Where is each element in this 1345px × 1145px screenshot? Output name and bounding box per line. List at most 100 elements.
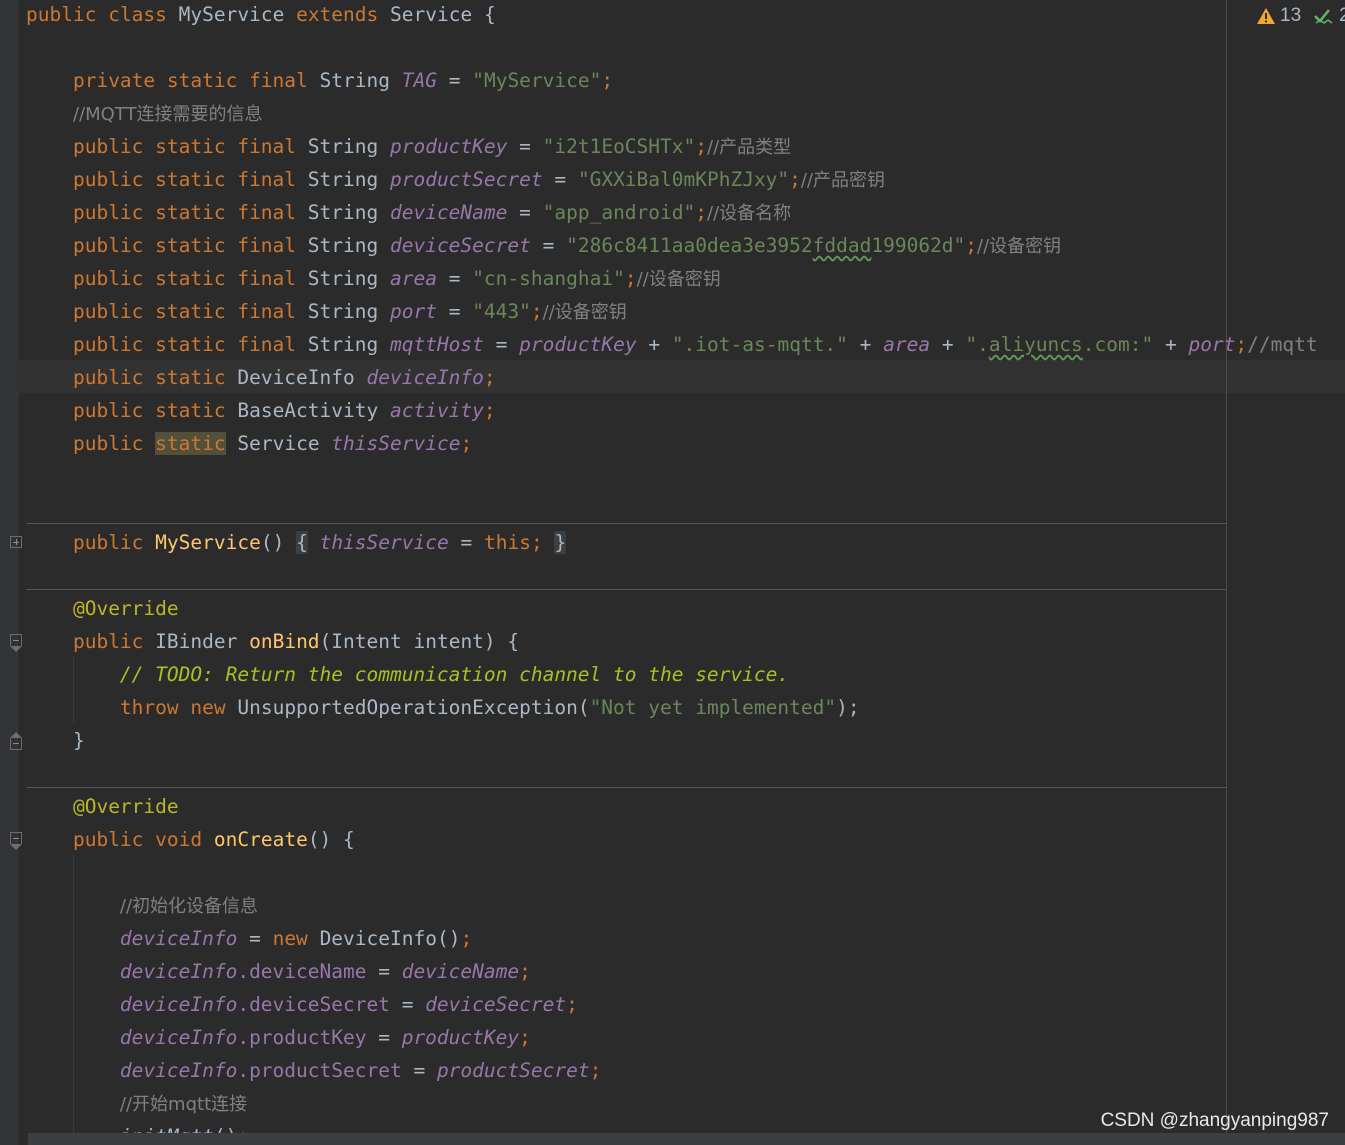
comment: //mqtt bbox=[1247, 333, 1318, 356]
code-line-this-service: public static Service thisService; bbox=[72, 432, 473, 455]
type: String bbox=[307, 168, 379, 191]
code-line-todo: // TODO: Return the communication channe… bbox=[26, 660, 789, 693]
modifiers: public static final bbox=[72, 234, 297, 257]
code-line-assign: deviceInfo.deviceName = deviceName; bbox=[119, 960, 531, 983]
code-line-field: public static final String productKey = … bbox=[72, 135, 792, 158]
comment: //设备名称 bbox=[707, 203, 792, 224]
keyword: void bbox=[155, 828, 203, 851]
modifiers: public static bbox=[72, 399, 226, 422]
code-line-field: public static final String productSecret… bbox=[72, 168, 886, 191]
string-literal: "Not yet implemented" bbox=[589, 696, 837, 719]
comment: //产品密钥 bbox=[800, 170, 886, 191]
comment: //设备密钥 bbox=[977, 236, 1062, 257]
field-name: TAG bbox=[401, 69, 437, 92]
comment: //产品类型 bbox=[707, 137, 792, 158]
parens: () bbox=[260, 531, 285, 554]
field-ref: deviceInfo bbox=[119, 927, 238, 950]
operator: = bbox=[448, 69, 461, 92]
field-name: port bbox=[389, 300, 437, 323]
field-name: deviceInfo bbox=[366, 366, 484, 389]
semicolon: ; bbox=[460, 927, 473, 950]
string-literal: "286c8411aa0dea3e3952fddad199062d" bbox=[566, 234, 965, 257]
fold-collapse-icon[interactable] bbox=[10, 634, 22, 652]
code-line-class-decl: public class MyService extends Service { bbox=[26, 0, 496, 33]
code-line-comment: //开始mqtt连接 bbox=[26, 1089, 247, 1122]
check-count: 2 bbox=[1339, 5, 1345, 26]
field-ref: deviceName bbox=[401, 960, 520, 983]
horizontal-scrollbar[interactable] bbox=[28, 1133, 1345, 1145]
warning-count: 13 bbox=[1280, 5, 1302, 26]
code-editor[interactable]: public class MyService extends Service {… bbox=[26, 0, 1345, 1145]
code-line-onbind-sig: public IBinder onBind(Intent intent) { bbox=[26, 627, 519, 660]
type: String bbox=[307, 234, 379, 257]
double-check-icon bbox=[1314, 9, 1333, 24]
modifiers: public static final bbox=[72, 135, 297, 158]
annotation: @Override bbox=[72, 597, 179, 620]
string-literal: "MyService" bbox=[472, 69, 602, 92]
string-literal: "443" bbox=[472, 300, 531, 323]
string-part: "286c8411aa0dea3e3952 bbox=[566, 234, 813, 257]
operator: = bbox=[495, 333, 508, 356]
operator: = bbox=[460, 531, 473, 554]
field-ref: productKey bbox=[401, 1026, 520, 1049]
exception-type: UnsupportedOperationException( bbox=[237, 696, 590, 719]
keyword: public bbox=[72, 432, 144, 455]
field-name: productKey bbox=[389, 135, 508, 158]
type: String bbox=[307, 300, 379, 323]
comment: //MQTT连接需要的信息 bbox=[72, 104, 263, 125]
property: .productKey bbox=[237, 1026, 367, 1049]
todo-comment: TODO: Return the communication channel t… bbox=[155, 663, 790, 686]
brace: } bbox=[72, 729, 85, 752]
code-line-field: public static final String deviceSecret … bbox=[72, 234, 1062, 257]
folded-brace[interactable]: { bbox=[296, 531, 308, 554]
constructor-call: DeviceInfo() bbox=[319, 927, 461, 950]
code-line-field: public static final String area = "cn-sh… bbox=[72, 267, 721, 290]
modifiers: public static final bbox=[72, 267, 297, 290]
code-line-mqtt-host: public static final String mqttHost = pr… bbox=[72, 333, 1318, 356]
type: BaseActivity bbox=[237, 399, 379, 422]
inspection-widget[interactable]: 13 2 bbox=[1256, 4, 1345, 28]
folded-brace[interactable]: } bbox=[554, 531, 567, 554]
field-name: mqttHost bbox=[389, 333, 484, 356]
comment: //设备密钥 bbox=[542, 302, 627, 323]
property: .deviceSecret bbox=[237, 993, 390, 1016]
method-name: onBind bbox=[249, 630, 320, 653]
keyword: this bbox=[483, 531, 531, 554]
keyword: public bbox=[26, 3, 97, 26]
modifiers: private static final bbox=[72, 69, 308, 92]
fold-collapse-icon[interactable] bbox=[10, 832, 22, 850]
code-line-field: public static final String deviceName = … bbox=[72, 201, 792, 224]
fold-expand-icon[interactable] bbox=[10, 536, 22, 548]
modifiers: public static final bbox=[72, 201, 297, 224]
field-ref: productSecret bbox=[436, 1059, 590, 1082]
params: (Intent intent) { bbox=[319, 630, 520, 653]
field-name: productSecret bbox=[389, 168, 543, 191]
code-line-new-device-info: deviceInfo = new DeviceInfo(); bbox=[26, 924, 472, 957]
string-literal: "cn-shanghai" bbox=[472, 267, 625, 290]
field-ref: deviceInfo bbox=[119, 960, 238, 983]
code-line-activity: public static BaseActivity activity; bbox=[72, 399, 496, 422]
semicolon: ; bbox=[601, 69, 614, 92]
property: .deviceName bbox=[237, 960, 367, 983]
field-ref: deviceSecret bbox=[425, 993, 567, 1016]
brace: { bbox=[483, 3, 496, 26]
constructor-name: MyService bbox=[155, 531, 261, 554]
property: .productSecret bbox=[237, 1059, 402, 1082]
field-ref: thisService bbox=[319, 531, 449, 554]
field-ref: port bbox=[1188, 333, 1236, 356]
fold-end-icon[interactable] bbox=[10, 732, 22, 750]
keyword: extends bbox=[296, 3, 379, 26]
field-ref: deviceInfo bbox=[119, 1026, 238, 1049]
code-line-throw: throw new UnsupportedOperationException(… bbox=[26, 693, 860, 726]
modifiers: public static final bbox=[72, 168, 297, 191]
field-ref: deviceInfo bbox=[119, 1059, 238, 1082]
type: String bbox=[319, 69, 390, 92]
field-ref: area bbox=[883, 333, 931, 356]
comment: //开始mqtt连接 bbox=[119, 1094, 248, 1115]
string-literal: "i2t1EoCSHTx" bbox=[542, 135, 696, 158]
string-literal: "app_android" bbox=[542, 201, 696, 224]
params: () { bbox=[307, 828, 355, 851]
warning-icon bbox=[1257, 8, 1275, 24]
type: DeviceInfo bbox=[237, 366, 355, 389]
type: IBinder bbox=[155, 630, 238, 653]
